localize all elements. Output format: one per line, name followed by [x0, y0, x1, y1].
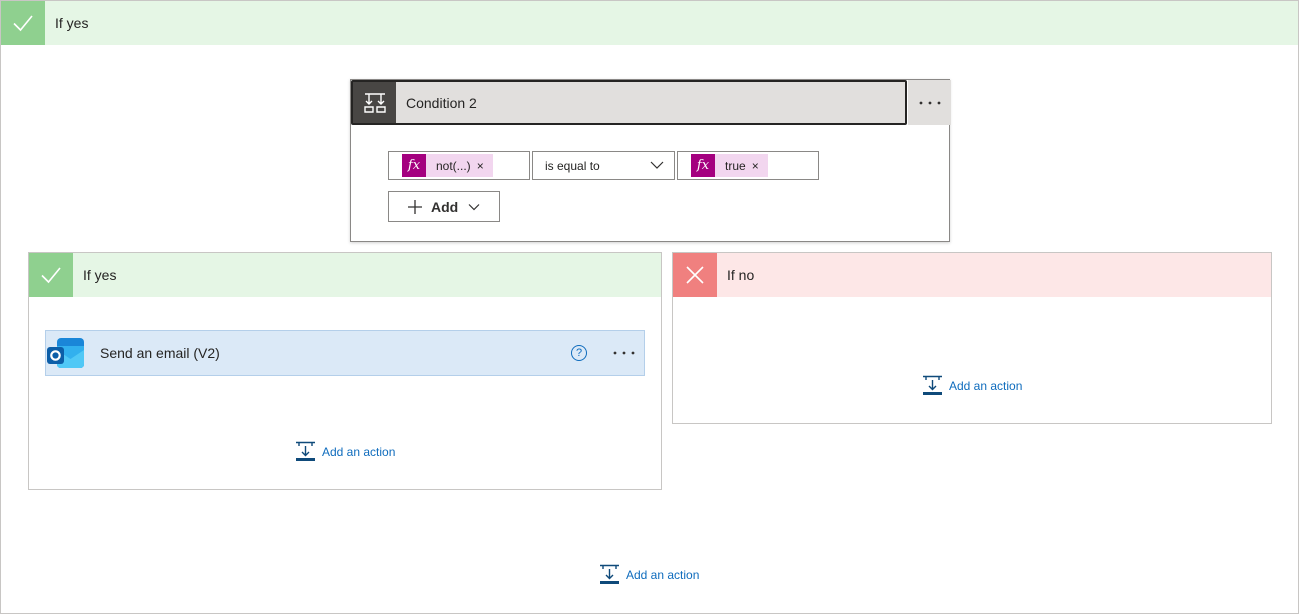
if-no-header[interactable]: If no	[673, 253, 1271, 297]
if-no-label: If no	[727, 267, 755, 283]
add-action-icon	[600, 564, 619, 584]
action-more-options-button[interactable]	[612, 341, 636, 365]
add-action-label: Add an action	[626, 567, 700, 582]
add-action-label: Add an action	[322, 444, 396, 459]
outlook-icon	[46, 332, 88, 374]
condition-left-operand[interactable]: fx not(...) ×	[388, 151, 530, 180]
remove-token-left-button[interactable]: ×	[477, 159, 493, 173]
token-left-text: not(...)	[436, 158, 471, 173]
outer-if-yes-header[interactable]: If yes	[1, 1, 1298, 45]
token-right-text: true	[725, 158, 746, 173]
add-condition-button[interactable]: Add	[388, 191, 500, 222]
if-no-panel: If no Add an action	[672, 252, 1272, 424]
send-email-action-card[interactable]: Send an email (V2) ?	[45, 330, 645, 376]
close-icon	[673, 253, 717, 297]
condition-right-operand[interactable]: fx true ×	[677, 151, 819, 180]
if-yes-header[interactable]: If yes	[29, 253, 661, 297]
operator-value: is equal to	[545, 158, 600, 173]
condition-icon	[353, 82, 396, 123]
remove-token-right-button[interactable]: ×	[752, 159, 768, 173]
action-title: Send an email (V2)	[100, 345, 220, 361]
add-action-icon	[296, 441, 315, 461]
outer-if-yes-label: If yes	[55, 15, 89, 31]
chevron-down-icon	[468, 203, 480, 210]
outer-if-yes-branch: If yes Condition 2 fx not(...) × is equa…	[0, 0, 1299, 614]
expression-token-left[interactable]: fx not(...) ×	[402, 154, 493, 177]
checkmark-icon	[1, 1, 45, 45]
fx-icon: fx	[402, 154, 426, 177]
more-icon	[919, 101, 940, 104]
add-action-icon	[923, 375, 942, 395]
add-action-button-outer[interactable]: Add an action	[599, 564, 699, 585]
add-action-button-no[interactable]: Add an action	[922, 375, 1022, 396]
add-action-label: Add an action	[949, 378, 1023, 393]
condition-card: Condition 2 fx not(...) × is equal to fx…	[350, 79, 951, 242]
condition-title: Condition 2	[406, 94, 477, 111]
if-yes-panel: If yes Send an email (V2) ? Add an actio…	[28, 252, 662, 490]
plus-icon	[408, 199, 422, 214]
if-yes-label: If yes	[83, 267, 117, 283]
add-button-label: Add	[431, 198, 459, 215]
more-icon	[613, 351, 635, 355]
condition-header[interactable]: Condition 2	[351, 80, 907, 125]
expression-token-right[interactable]: fx true ×	[691, 154, 768, 177]
fx-icon: fx	[691, 154, 715, 177]
condition-more-options-button[interactable]	[908, 80, 951, 125]
add-action-button-yes[interactable]: Add an action	[295, 441, 395, 462]
checkmark-icon	[29, 253, 73, 297]
condition-operator-select[interactable]: is equal to	[532, 151, 675, 180]
help-icon[interactable]: ?	[571, 345, 587, 361]
chevron-down-icon	[650, 161, 664, 169]
